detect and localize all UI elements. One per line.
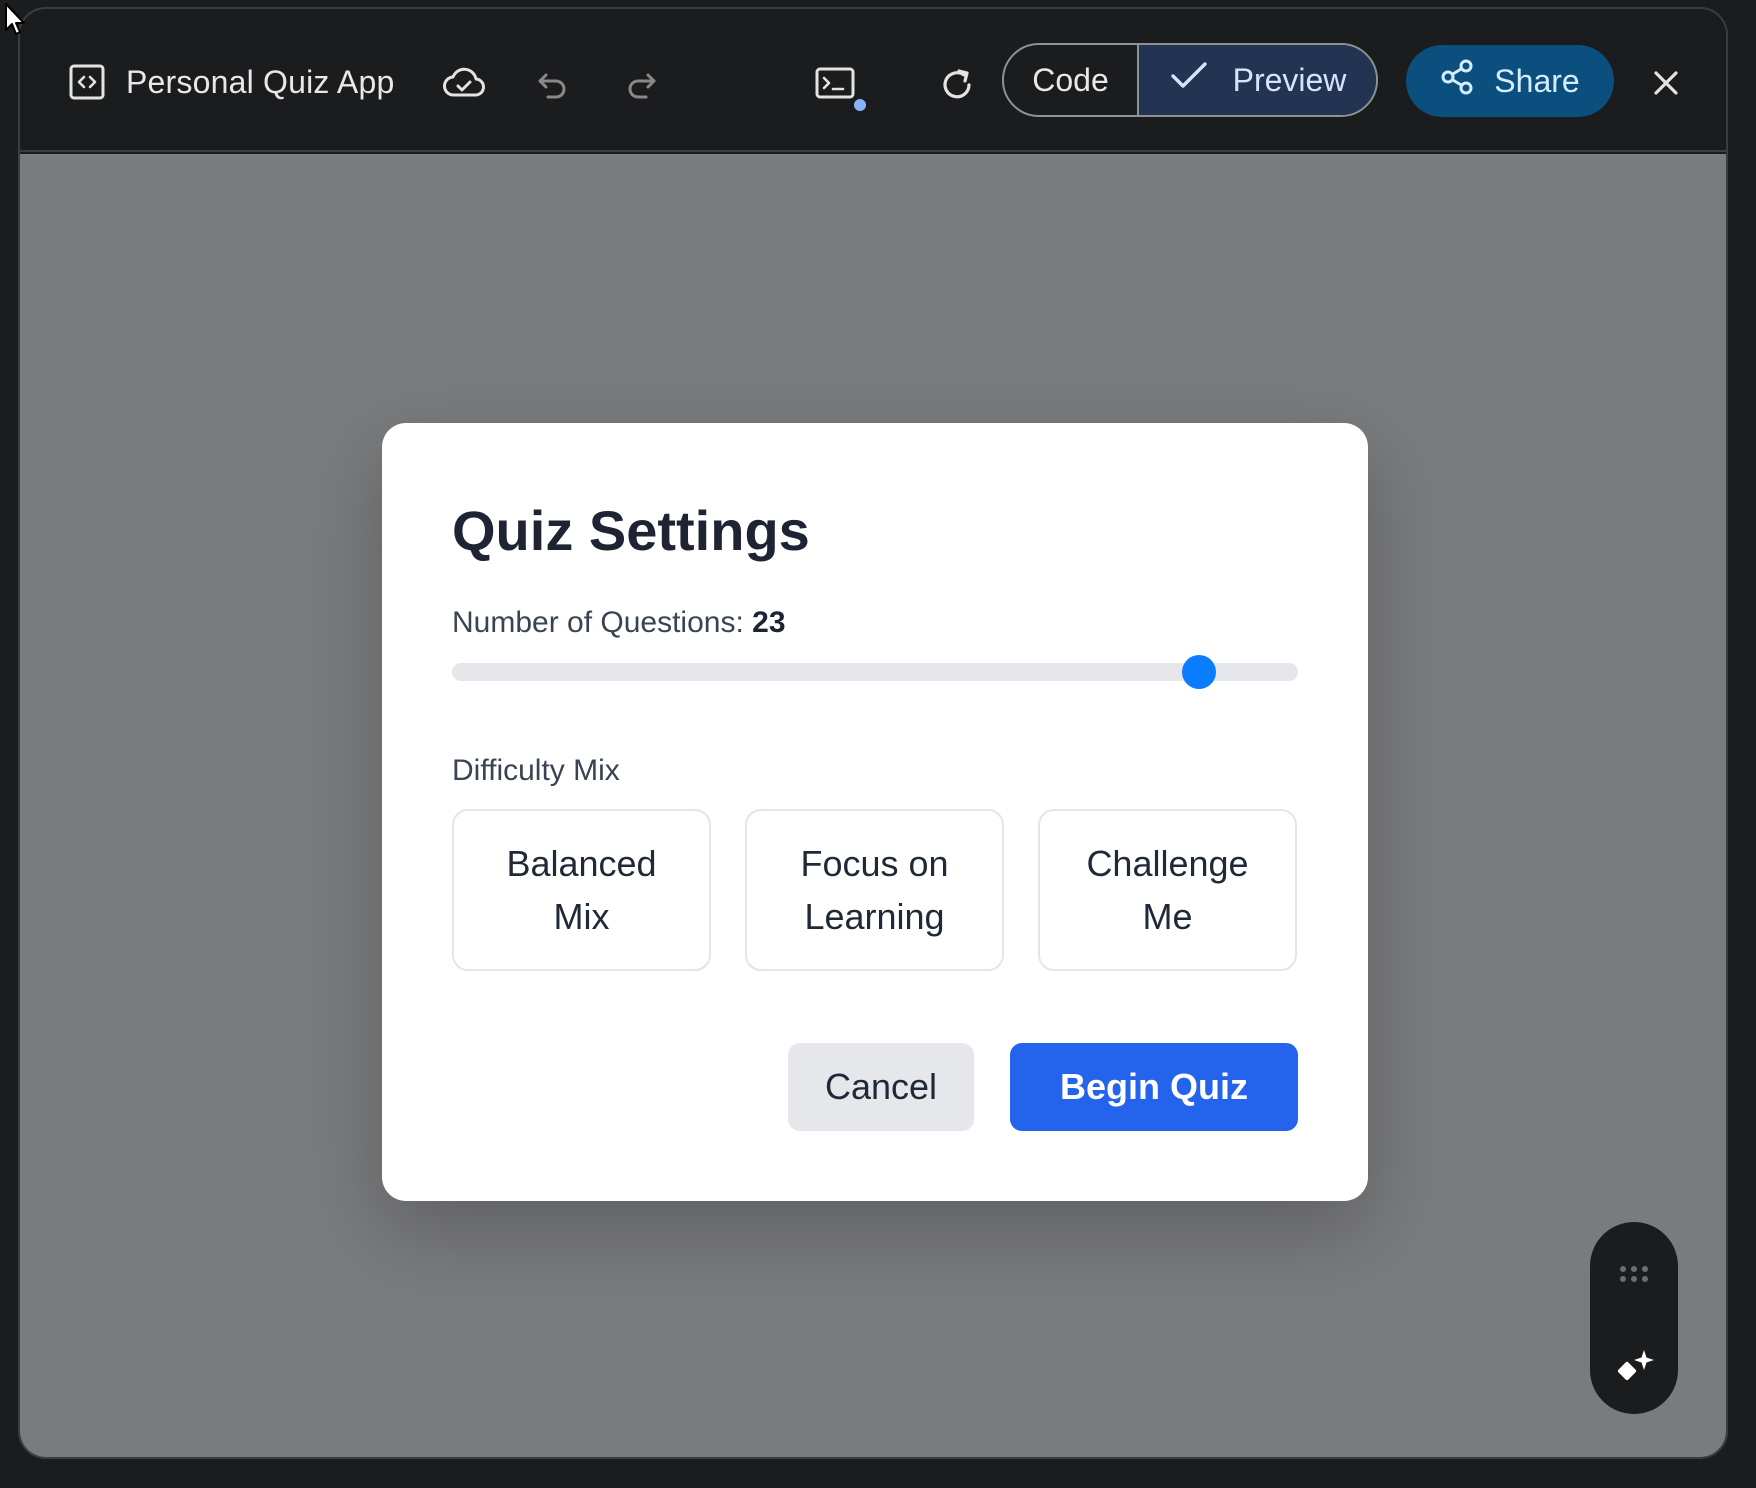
share-icon (1440, 59, 1474, 103)
terminal-icon[interactable] (814, 63, 868, 113)
questions-count: 23 (752, 606, 786, 639)
preview-label: Preview (1232, 61, 1347, 98)
share-label: Share (1494, 62, 1580, 99)
share-button[interactable]: Share (1406, 45, 1614, 117)
top-toolbar: Personal Quiz App Code Preview Share (20, 9, 1726, 152)
close-icon[interactable] (1648, 65, 1684, 101)
mouse-cursor-icon (4, 2, 28, 38)
redo-icon[interactable] (624, 67, 660, 103)
cloud-check-icon[interactable] (442, 65, 486, 101)
difficulty-label: Difficulty Mix (452, 754, 620, 787)
refresh-icon[interactable] (938, 65, 976, 105)
option-challenge-me[interactable]: Challenge Me (1038, 809, 1297, 971)
questions-slider[interactable] (452, 655, 1298, 689)
code-tab[interactable]: Code (1004, 45, 1139, 115)
option-focus-on-learning[interactable]: Focus on Learning (745, 809, 1004, 971)
cancel-button[interactable]: Cancel (788, 1043, 974, 1131)
preview-tab[interactable]: Preview (1139, 45, 1376, 115)
check-icon (1169, 60, 1209, 100)
sparkle-icon[interactable] (1614, 1346, 1656, 1388)
undo-icon[interactable] (534, 67, 570, 103)
difficulty-options: Balanced Mix Focus on Learning Challenge… (452, 809, 1298, 971)
quiz-settings-dialog: Quiz Settings Number of Questions: 23 Di… (382, 423, 1368, 1201)
app-window: Personal Quiz App Code Preview Share Qui… (18, 7, 1728, 1459)
option-balanced-mix[interactable]: Balanced Mix (452, 809, 711, 971)
floating-toolbar (1590, 1222, 1678, 1414)
questions-label: Number of Questions: 23 (452, 606, 786, 640)
app-title: Personal Quiz App (126, 64, 395, 100)
begin-quiz-button[interactable]: Begin Quiz (1010, 1043, 1298, 1131)
slider-thumb[interactable] (1182, 655, 1217, 689)
code-box-icon (68, 63, 106, 101)
view-mode-toggle: Code Preview (1002, 43, 1378, 117)
dialog-title: Quiz Settings (452, 499, 810, 562)
drag-grip-icon[interactable] (1618, 1264, 1650, 1284)
preview-canvas: Quiz Settings Number of Questions: 23 Di… (20, 154, 1726, 1457)
questions-label-text: Number of Questions: (452, 606, 753, 639)
